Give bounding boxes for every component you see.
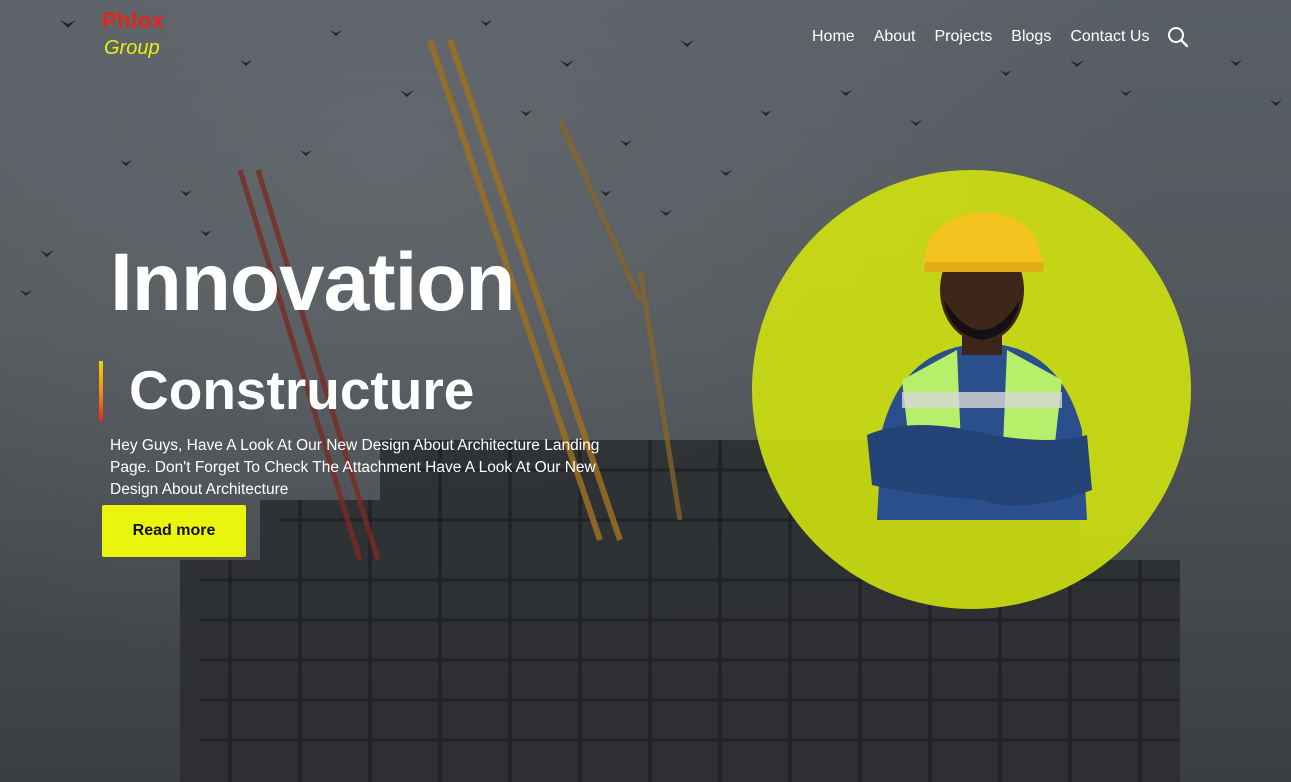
nav-about[interactable]: About: [874, 28, 916, 46]
nav-blogs[interactable]: Blogs: [1011, 28, 1051, 46]
logo-name-top: Phlox: [102, 8, 165, 33]
worker-photo-circle: [752, 170, 1191, 609]
logo-name-bottom: Group: [104, 37, 160, 59]
hero-description: Hey Guys, Have A Look At Our New Design …: [110, 437, 600, 498]
construction-worker-image: [867, 212, 1092, 520]
hero-subheadline: Constructure: [129, 359, 475, 421]
nav-home[interactable]: Home: [812, 28, 855, 46]
search-icon[interactable]: [1167, 26, 1189, 48]
logo[interactable]: Phlox Group: [102, 8, 165, 59]
nav-contact-us[interactable]: Contact Us: [1070, 28, 1149, 46]
main-nav: Home About Projects Blogs Contact Us: [812, 26, 1189, 48]
accent-bar: [99, 361, 103, 421]
nav-projects[interactable]: Projects: [935, 28, 993, 46]
hero-headline: Innovation: [110, 237, 516, 328]
read-more-button[interactable]: Read more: [102, 505, 246, 557]
